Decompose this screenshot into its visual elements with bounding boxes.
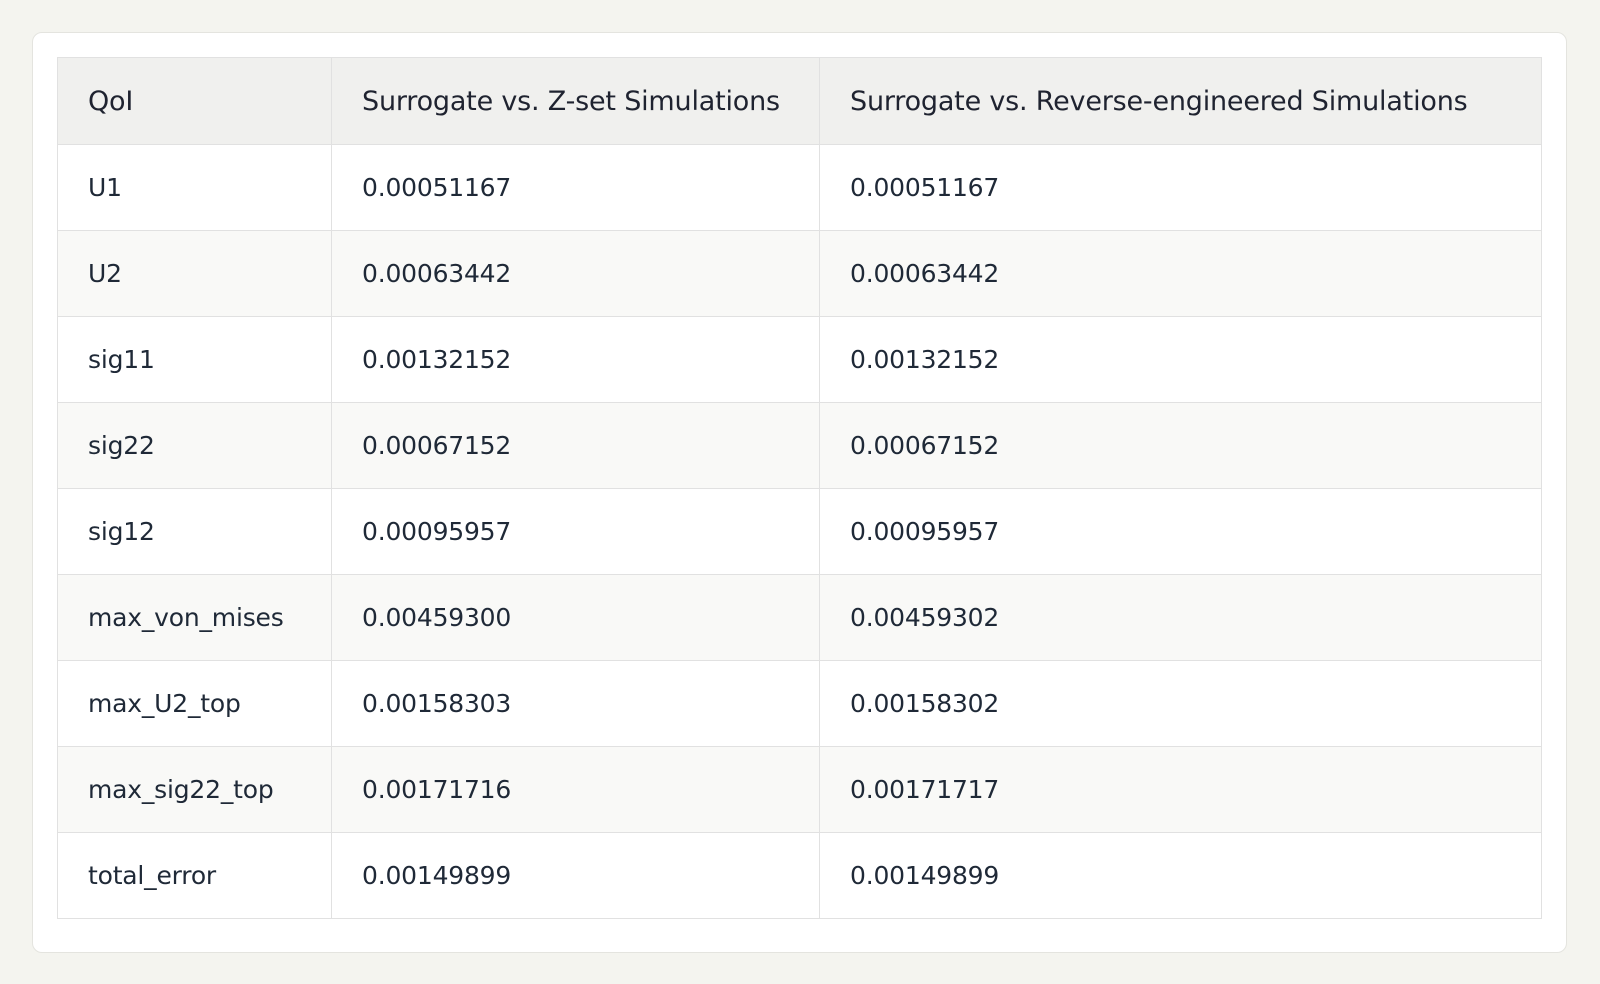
header-qoi: QoI bbox=[57, 57, 332, 145]
zset-error-cell: 0.00051167 bbox=[331, 144, 820, 231]
reverse-engineered-error-cell: 0.00149899 bbox=[819, 832, 1542, 919]
table-row: max_von_mises 0.00459300 0.00459302 bbox=[57, 574, 1542, 661]
qoi-cell: U1 bbox=[57, 144, 332, 231]
table-row: sig12 0.00095957 0.00095957 bbox=[57, 488, 1542, 575]
qoi-cell: max_von_mises bbox=[57, 574, 332, 661]
table-header: QoI Surrogate vs. Z-set Simulations Surr… bbox=[57, 57, 1542, 145]
header-surrogate-vs-zset: Surrogate vs. Z-set Simulations bbox=[331, 57, 820, 145]
qoi-cell: max_U2_top bbox=[57, 660, 332, 747]
table-row: U2 0.00063442 0.00063442 bbox=[57, 230, 1542, 317]
qoi-cell: U2 bbox=[57, 230, 332, 317]
table-row: max_U2_top 0.00158303 0.00158302 bbox=[57, 660, 1542, 747]
table-row: sig22 0.00067152 0.00067152 bbox=[57, 402, 1542, 489]
table-row: total_error 0.00149899 0.00149899 bbox=[57, 832, 1542, 919]
reverse-engineered-error-cell: 0.00132152 bbox=[819, 316, 1542, 403]
header-surrogate-vs-reverse-engineered: Surrogate vs. Reverse-engineered Simulat… bbox=[819, 57, 1542, 145]
reverse-engineered-error-cell: 0.00171717 bbox=[819, 746, 1542, 833]
qoi-cell: max_sig22_top bbox=[57, 746, 332, 833]
reverse-engineered-error-cell: 0.00067152 bbox=[819, 402, 1542, 489]
zset-error-cell: 0.00067152 bbox=[331, 402, 820, 489]
reverse-engineered-error-cell: 0.00158302 bbox=[819, 660, 1542, 747]
reverse-engineered-error-cell: 0.00063442 bbox=[819, 230, 1542, 317]
zset-error-cell: 0.00171716 bbox=[331, 746, 820, 833]
header-row: QoI Surrogate vs. Z-set Simulations Surr… bbox=[57, 57, 1542, 145]
reverse-engineered-error-cell: 0.00459302 bbox=[819, 574, 1542, 661]
qoi-cell: sig22 bbox=[57, 402, 332, 489]
zset-error-cell: 0.00095957 bbox=[331, 488, 820, 575]
table-card: QoI Surrogate vs. Z-set Simulations Surr… bbox=[32, 32, 1567, 953]
reverse-engineered-error-cell: 0.00051167 bbox=[819, 144, 1542, 231]
zset-error-cell: 0.00158303 bbox=[331, 660, 820, 747]
qoi-cell: sig11 bbox=[57, 316, 332, 403]
table-row: max_sig22_top 0.00171716 0.00171717 bbox=[57, 746, 1542, 833]
table-row: sig11 0.00132152 0.00132152 bbox=[57, 316, 1542, 403]
qoi-error-table: QoI Surrogate vs. Z-set Simulations Surr… bbox=[57, 57, 1542, 919]
qoi-cell: total_error bbox=[57, 832, 332, 919]
zset-error-cell: 0.00149899 bbox=[331, 832, 820, 919]
zset-error-cell: 0.00063442 bbox=[331, 230, 820, 317]
reverse-engineered-error-cell: 0.00095957 bbox=[819, 488, 1542, 575]
zset-error-cell: 0.00132152 bbox=[331, 316, 820, 403]
table-row: U1 0.00051167 0.00051167 bbox=[57, 144, 1542, 231]
zset-error-cell: 0.00459300 bbox=[331, 574, 820, 661]
table-body: U1 0.00051167 0.00051167 U2 0.00063442 0… bbox=[57, 144, 1542, 919]
qoi-cell: sig12 bbox=[57, 488, 332, 575]
